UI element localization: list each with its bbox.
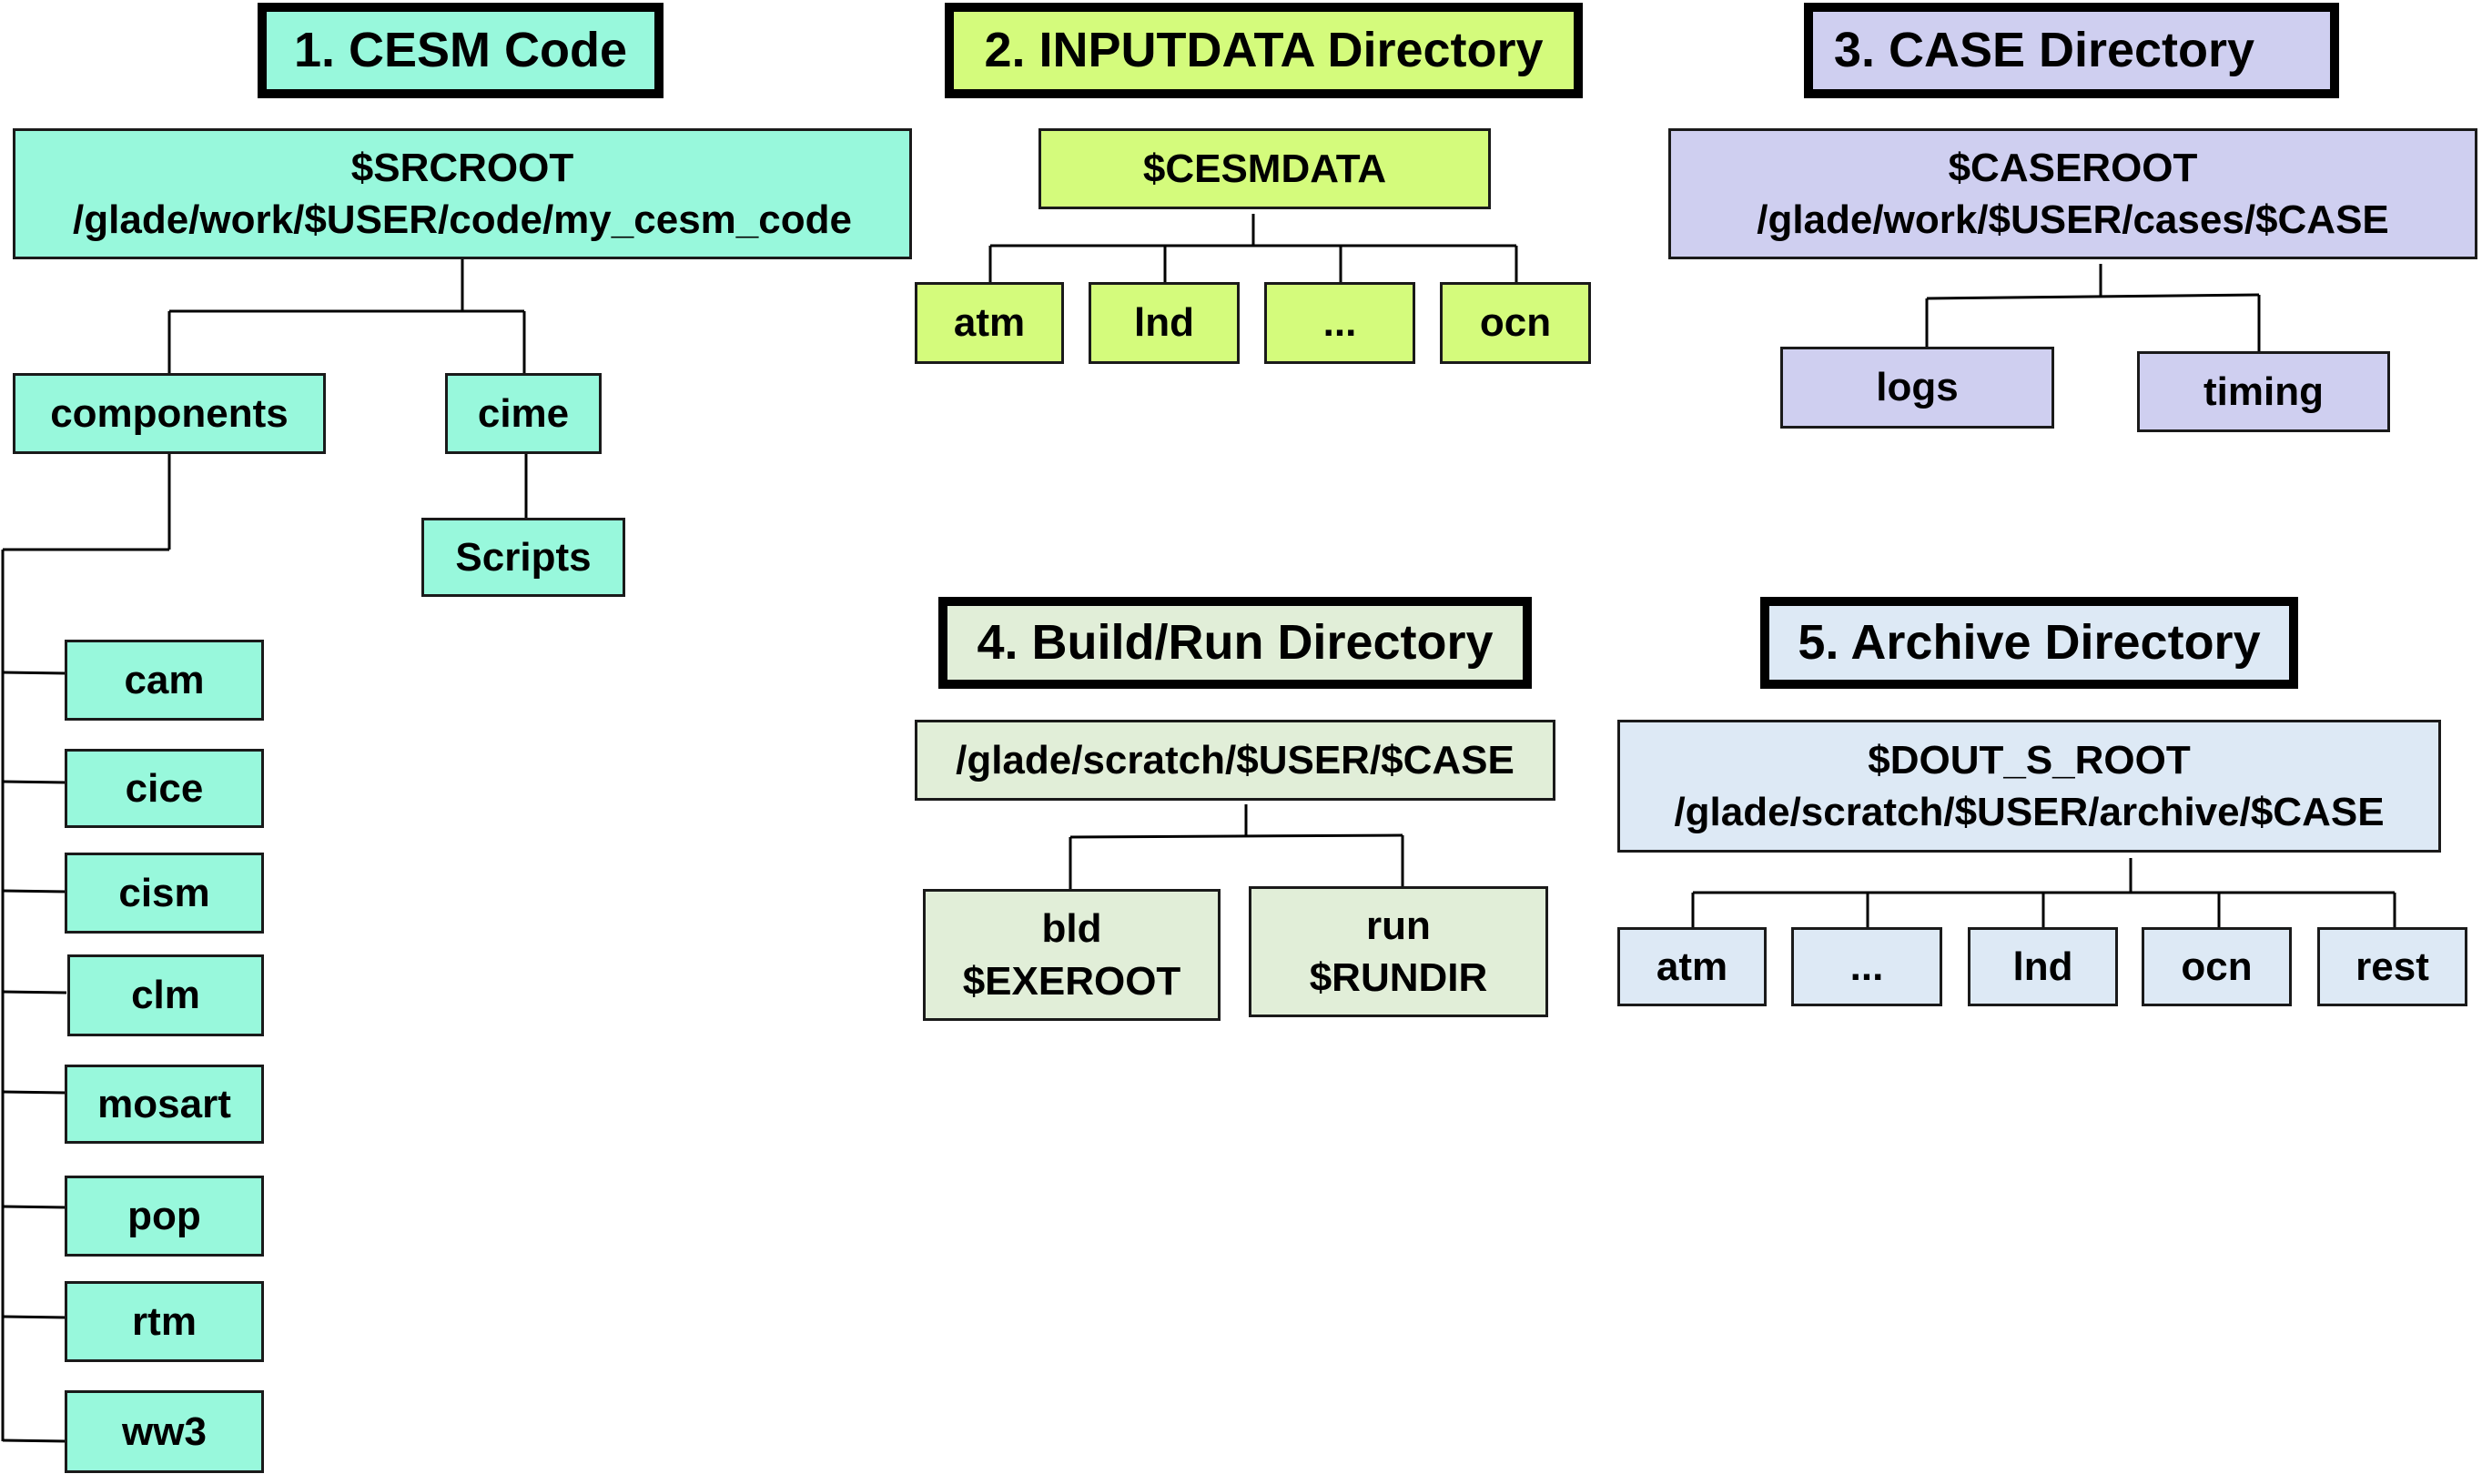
inputdata-child-ellipsis[interactable]: ... <box>1264 282 1415 364</box>
caseroot-node[interactable]: $CASEROOT /glade/work/$USER/cases/$CASE <box>1668 128 2477 259</box>
archive-child-ocn[interactable]: ocn <box>2142 927 2292 1006</box>
component-label: rtm <box>132 1298 197 1344</box>
scratch-case-path: /glade/scratch/$USER/$CASE <box>956 737 1515 782</box>
build-run-title-text: 4. Build/Run Directory <box>977 615 1494 671</box>
inputdata-title-text: 2. INPUTDATA Directory <box>984 23 1544 78</box>
component-label: pop <box>127 1193 201 1238</box>
case-title-text: 3. CASE Directory <box>1833 23 2255 78</box>
exeroot-var: $EXEROOT <box>962 958 1181 1004</box>
cesm-code-title-text: 1. CESM Code <box>293 23 628 78</box>
archive-child-ellipsis[interactable]: ... <box>1791 927 1942 1006</box>
case-child-timing[interactable]: timing <box>2137 351 2390 432</box>
inputdata-child-label: ... <box>1322 300 1357 346</box>
connector <box>1926 293 2260 300</box>
inputdata-child-ocn[interactable]: ocn <box>1440 282 1591 364</box>
component-cam[interactable]: cam <box>65 640 264 721</box>
connector <box>1069 833 1403 839</box>
caseroot-path: /glade/work/$USER/cases/$CASE <box>1757 197 2389 242</box>
connector <box>2 889 67 893</box>
scripts-node[interactable]: Scripts <box>421 518 625 597</box>
case-child-logs[interactable]: logs <box>1780 347 2054 429</box>
component-label: cism <box>118 870 210 915</box>
bld-label: bld <box>1041 906 1102 952</box>
build-run-title: 4. Build/Run Directory <box>938 597 1532 689</box>
case-title: 3. CASE Directory <box>1804 3 2339 98</box>
run-label: run <box>1366 903 1431 948</box>
archive-child-label: lnd <box>2012 944 2073 989</box>
run-node[interactable]: run $RUNDIR <box>1249 886 1548 1017</box>
cime-node[interactable]: cime <box>445 373 602 454</box>
bld-node[interactable]: bld $EXEROOT <box>923 889 1221 1021</box>
component-label: ww3 <box>122 1408 207 1454</box>
component-cice[interactable]: cice <box>65 749 264 828</box>
inputdata-title: 2. INPUTDATA Directory <box>945 3 1583 98</box>
caseroot-var: $CASEROOT <box>1948 145 2198 190</box>
dout-s-root-path: /glade/scratch/$USER/archive/$CASE <box>1674 790 2385 834</box>
component-pop[interactable]: pop <box>65 1176 264 1257</box>
component-cism[interactable]: cism <box>65 853 264 934</box>
case-child-label: timing <box>2203 368 2324 414</box>
component-label: mosart <box>97 1081 231 1126</box>
component-label: clm <box>131 973 200 1018</box>
inputdata-child-label: atm <box>953 300 1026 346</box>
srcroot-path: /glade/work/$USER/code/my_cesm_code <box>73 197 852 242</box>
cesmdata-var: $CESMDATA <box>1142 146 1387 191</box>
cesm-code-title: 1. CESM Code <box>258 3 664 98</box>
inputdata-child-label: ocn <box>1479 300 1552 346</box>
connector <box>2 990 67 994</box>
component-label: cam <box>124 657 205 702</box>
archive-child-atm[interactable]: atm <box>1617 927 1767 1006</box>
inputdata-child-lnd[interactable]: lnd <box>1089 282 1240 364</box>
cime-label: cime <box>477 390 570 436</box>
archive-child-rest[interactable]: rest <box>2317 927 2467 1006</box>
scratch-case-node[interactable]: /glade/scratch/$USER/$CASE <box>915 720 1555 801</box>
archive-title-text: 5. Archive Directory <box>1798 615 2261 671</box>
component-mosart[interactable]: mosart <box>65 1065 264 1144</box>
component-label: cice <box>125 765 204 811</box>
connector <box>2 1205 67 1209</box>
component-rtm[interactable]: rtm <box>65 1281 264 1362</box>
archive-child-label: ... <box>1849 944 1884 989</box>
component-ww3[interactable]: ww3 <box>65 1390 264 1473</box>
inputdata-child-atm[interactable]: atm <box>915 282 1064 364</box>
archive-child-label: ocn <box>2181 944 2253 989</box>
scripts-label: Scripts <box>455 534 592 580</box>
components-label: components <box>50 390 289 436</box>
archive-child-label: rest <box>2355 944 2429 989</box>
dout-s-root-node[interactable]: $DOUT_S_ROOT /glade/scratch/$USER/archiv… <box>1617 720 2441 853</box>
connector <box>2 671 67 675</box>
dout-s-root-var: $DOUT_S_ROOT <box>1868 737 2191 782</box>
archive-child-label: atm <box>1656 944 1728 989</box>
cesmdata-node[interactable]: $CESMDATA <box>1038 128 1491 209</box>
srcroot-var: $SRCROOT <box>350 145 574 190</box>
inputdata-child-label: lnd <box>1134 300 1194 346</box>
srcroot-node[interactable]: $SRCROOT /glade/work/$USER/code/my_cesm_… <box>13 128 912 259</box>
rundir-var: $RUNDIR <box>1309 955 1488 1000</box>
archive-title: 5. Archive Directory <box>1760 597 2298 689</box>
archive-child-lnd[interactable]: lnd <box>1968 927 2118 1006</box>
components-node[interactable]: components <box>13 373 326 454</box>
component-clm[interactable]: clm <box>67 954 264 1036</box>
case-child-label: logs <box>1876 365 1959 410</box>
connector <box>2 1090 67 1095</box>
connector <box>2 1439 67 1443</box>
